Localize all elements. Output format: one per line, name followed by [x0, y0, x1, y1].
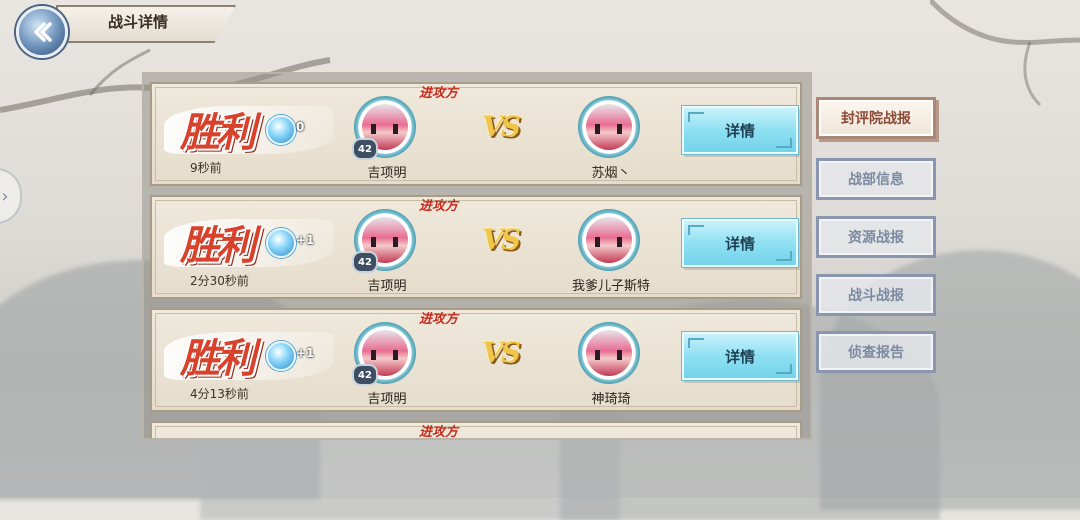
detail-button[interactable]: 详情 — [682, 219, 798, 267]
result-label: 胜利 — [180, 109, 256, 156]
diamond-icon — [266, 228, 296, 258]
right-player-avatar[interactable] — [576, 96, 646, 160]
attacker-tag: 进攻方 — [419, 86, 459, 101]
tab-battle-report[interactable]: 战斗战报 — [816, 274, 936, 316]
tab-arena-report[interactable]: 封评院战报 — [816, 97, 936, 139]
tab-resource-report[interactable]: 资源战报 — [816, 216, 936, 258]
left-player-avatar[interactable]: 42 — [352, 322, 422, 386]
tree-branch-decoration — [930, 0, 1080, 107]
battle-report-list[interactable]: 胜利 0 9秒前 进攻方 42 吉项明 VS 苏烟丶 详情 胜利 +1 2分30… — [142, 72, 812, 440]
detail-button[interactable]: 详情 — [682, 332, 798, 380]
attacker-tag: 进攻方 — [419, 425, 459, 440]
level-badge: 42 — [352, 251, 378, 273]
tab-scout-report[interactable]: 侦查报告 — [816, 331, 936, 373]
gem-change: +1 — [296, 346, 315, 360]
left-player-avatar[interactable]: 42 — [352, 209, 422, 273]
right-player-name: 苏烟丶 — [591, 166, 631, 181]
diamond-icon — [266, 115, 296, 145]
chevron-right-icon: › — [1, 185, 9, 207]
result-label: 胜利 — [180, 335, 256, 382]
battle-time: 2分30秒前 — [190, 274, 249, 288]
vs-label: VS — [482, 110, 521, 143]
avatar-image — [586, 330, 632, 376]
battle-time: 4分13秒前 — [190, 387, 249, 401]
avatar-image — [586, 217, 632, 263]
back-button[interactable] — [16, 6, 68, 58]
left-player-name: 吉项明 — [367, 279, 407, 294]
level-badge: 42 — [352, 364, 378, 386]
battle-report-card: 胜利 +1 2分30秒前 进攻方 42 吉项明 VS 我爹儿子斯特 详情 — [150, 195, 802, 299]
attacker-tag: 进攻方 — [419, 312, 459, 327]
battle-time: 9秒前 — [190, 161, 222, 175]
vs-label: VS — [482, 336, 521, 369]
right-player-avatar[interactable] — [576, 209, 646, 273]
diamond-icon — [266, 341, 296, 371]
battle-report-card: 进攻方 — [150, 421, 802, 440]
level-badge: 42 — [352, 138, 378, 160]
left-player-name: 吉项明 — [367, 166, 407, 181]
gem-change: +1 — [296, 233, 315, 247]
right-player-name: 神琦琦 — [591, 392, 631, 407]
battle-report-card: 胜利 0 9秒前 进攻方 42 吉项明 VS 苏烟丶 详情 — [150, 82, 802, 186]
right-player-avatar[interactable] — [576, 322, 646, 386]
vs-label: VS — [482, 223, 521, 256]
result-label: 胜利 — [180, 222, 256, 269]
attacker-tag: 进攻方 — [419, 199, 459, 214]
left-player-name: 吉项明 — [367, 392, 407, 407]
avatar-image — [586, 104, 632, 150]
right-player-name: 我爹儿子斯特 — [571, 279, 650, 294]
tab-legion-info[interactable]: 战部信息 — [816, 158, 936, 200]
detail-button[interactable]: 详情 — [682, 106, 798, 154]
back-arrow-icon — [34, 22, 52, 42]
gem-change: 0 — [296, 120, 305, 134]
left-player-avatar[interactable]: 42 — [352, 96, 422, 160]
page-title: 战斗详情 — [108, 13, 169, 31]
battle-report-card: 胜利 +1 4分13秒前 进攻方 42 吉项明 VS 神琦琦 详情 — [150, 308, 802, 412]
